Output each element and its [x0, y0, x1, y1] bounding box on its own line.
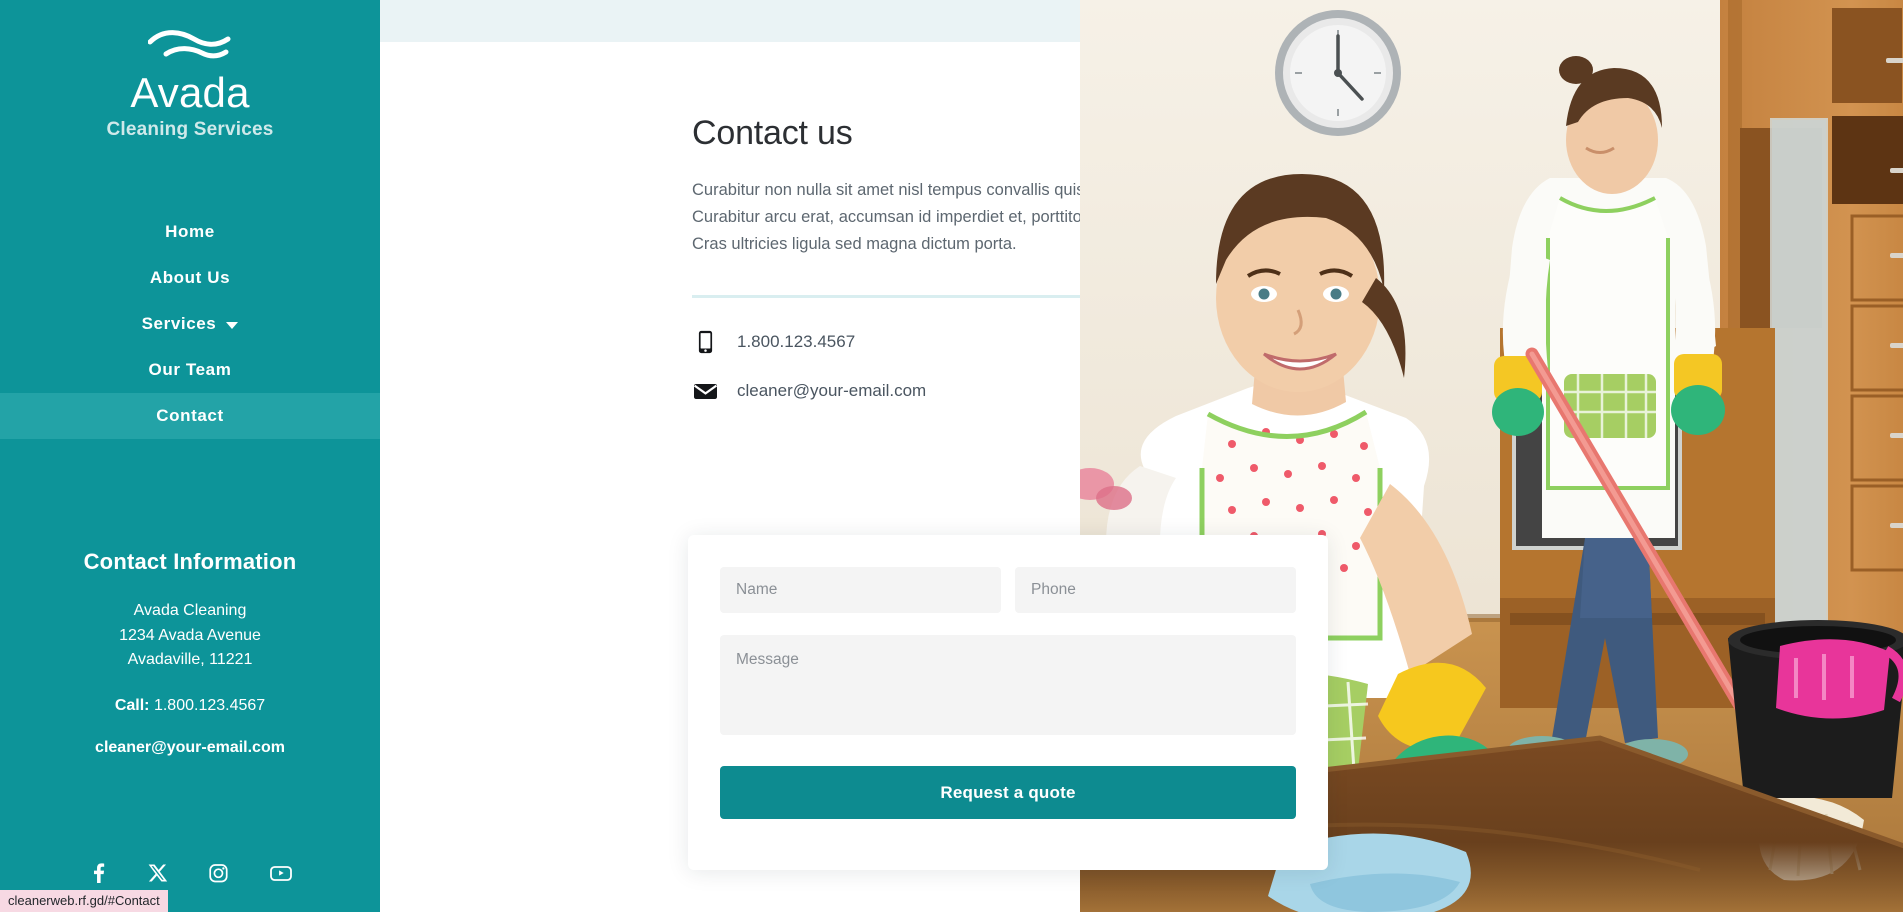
sidebar-item-services[interactable]: Services: [0, 301, 380, 347]
phone-value[interactable]: 1.800.123.4567: [737, 332, 855, 352]
wave-swoosh-icon: [0, 30, 380, 69]
contact-information-title: Contact Information: [83, 549, 297, 575]
name-input[interactable]: [720, 567, 1001, 613]
contact-phone-row: 1.800.123.4567: [692, 330, 855, 354]
contact-email-row: cleaner@your-email.com: [692, 381, 926, 401]
nav-label: Our Team: [148, 360, 232, 380]
nav-label: About Us: [149, 268, 231, 288]
brand-tagline: Cleaning Services: [106, 119, 274, 141]
status-bar-url: cleanerweb.rf.gd/#Contact: [0, 890, 168, 912]
envelope-icon: [692, 382, 718, 401]
brand-name: Avada: [130, 69, 250, 116]
main-navigation: Home About Us Services Our Team Contact: [0, 209, 380, 440]
form-row-name-phone: [720, 567, 1296, 613]
chevron-down-icon: [226, 322, 239, 330]
instagram-icon[interactable]: [208, 862, 229, 884]
facebook-icon[interactable]: [88, 862, 108, 884]
sidebar-item-contact[interactable]: Contact: [0, 393, 380, 440]
section-divider: [692, 295, 1142, 298]
call-number: 1.800.123.4567: [153, 696, 266, 714]
address-line-1: Avada Cleaning: [133, 602, 247, 620]
x-twitter-icon[interactable]: [148, 862, 168, 884]
sidebar: Avada Cleaning Services Home About Us Se…: [0, 0, 380, 912]
address-line-2: 1234 Avada Avenue: [119, 626, 261, 644]
brand-logo[interactable]: Avada Cleaning Services: [0, 30, 380, 141]
sidebar-contact-information: Contact Information Avada Cleaning 1234 …: [0, 549, 380, 757]
request-a-quote-button[interactable]: Request a quote: [720, 766, 1296, 819]
sidebar-email-link[interactable]: cleaner@your-email.com: [0, 739, 380, 757]
nav-label: Contact: [156, 406, 224, 426]
mobile-phone-icon: [692, 330, 718, 354]
main-content: Contact us Curabitur non nulla sit amet …: [380, 0, 1903, 912]
nav-label: Home: [165, 222, 215, 242]
call-label: Call:: [114, 696, 150, 714]
sidebar-item-our-team[interactable]: Our Team: [0, 347, 380, 393]
message-input[interactable]: [720, 635, 1296, 735]
email-value[interactable]: cleaner@your-email.com: [737, 381, 926, 401]
sidebar-item-home[interactable]: Home: [0, 209, 380, 255]
sidebar-phone[interactable]: Call: 1.800.123.4567: [0, 697, 380, 715]
sidebar-item-about-us[interactable]: About Us: [0, 255, 380, 301]
page-root: Avada Cleaning Services Home About Us Se…: [0, 0, 1903, 912]
phone-input[interactable]: [1015, 567, 1296, 613]
nav-label: Services: [141, 314, 217, 334]
youtube-icon[interactable]: [269, 862, 293, 884]
social-links: [0, 862, 380, 884]
quote-request-form: Request a quote: [688, 535, 1328, 870]
address-line-3: Avadaville, 11221: [127, 651, 253, 669]
